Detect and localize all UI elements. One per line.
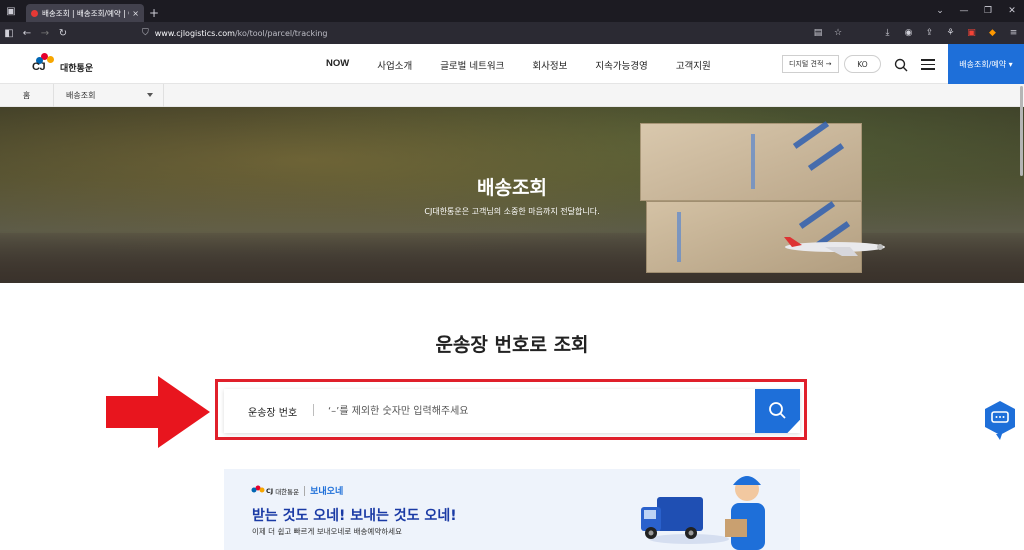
breadcrumb-home[interactable]: 홈 — [0, 84, 54, 107]
restore-icon[interactable]: ❐ — [976, 6, 1000, 16]
url-path: /ko/tool/parcel/tracking — [234, 28, 328, 38]
cj-logo-mark-icon: CJ — [32, 53, 58, 75]
cj-logo-mark-icon — [251, 485, 265, 493]
tab-close-icon[interactable]: × — [132, 9, 139, 18]
hero-title: 배송조회 — [477, 177, 547, 199]
breadcrumb: 홈 배송조회 — [0, 84, 1024, 107]
window-controls: ⌄ — ❐ ✕ — [928, 0, 1024, 22]
delivery-menu-button[interactable]: 배송조회/예약 ▾ — [948, 44, 1024, 84]
nav-item-business[interactable]: 사업소개 — [377, 58, 412, 72]
back-icon[interactable]: ← — [18, 28, 36, 39]
addon-extension-icon[interactable]: ◆ — [982, 28, 1003, 38]
browser-nav-bar: ◧ ← → ↻ ⛉ www.cjlogistics.com /ko/tool/p… — [0, 22, 1024, 44]
nav-item-support[interactable]: 고객지원 — [676, 58, 711, 72]
list-tabs-icon[interactable]: ⌄ — [928, 6, 952, 16]
logo-cj: CJ — [32, 61, 46, 73]
address-bar[interactable]: ⛉ www.cjlogistics.com /ko/tool/parcel/tr… — [142, 22, 842, 44]
chatbot-icon[interactable] — [984, 400, 1016, 440]
main-nav: NOW 사업소개 글로벌 네트워크 회사정보 지속가능경영 고객지원 — [326, 58, 739, 72]
browser-tab-bar: ▣ 배송조회 | 배송조회/예약 | CJ대 × + ⌄ — ❐ ✕ — [0, 0, 1024, 22]
digital-quote-button[interactable]: 디지털 견적 → — [782, 55, 839, 73]
banner-description: 이제 더 쉽고 빠르게 보내오네로 배송예약하세요 — [252, 527, 402, 536]
url-host: www.cjlogistics.com — [154, 28, 235, 38]
sidebar-icon[interactable]: ◧ — [0, 28, 18, 39]
app-menu-icon[interactable]: ≡ — [1003, 28, 1024, 38]
hero-banner: 배송조회 CJ대한통운은 고객님의 소중한 마음까지 전달합니다. — [0, 107, 1024, 283]
tracking-number-input[interactable] — [328, 399, 748, 423]
chevron-down-icon — [147, 93, 153, 97]
nav-item-global-network[interactable]: 글로벌 네트워크 — [440, 58, 504, 72]
account-icon[interactable]: ◉ — [898, 28, 919, 38]
hamburger-menu-icon[interactable] — [921, 59, 935, 70]
tracking-search-button[interactable] — [755, 389, 800, 433]
tracking-number-label: 운송장 번호 — [248, 408, 298, 419]
hero-subtitle: CJ대한통운은 고객님의 소중한 마음까지 전달합니다. — [424, 207, 600, 216]
tab-title: 배송조회 | 배송조회/예약 | CJ대 — [42, 8, 129, 18]
bookmark-star-icon[interactable]: ☆ — [828, 28, 848, 38]
search-icon[interactable] — [894, 58, 908, 72]
tab-overview-icon[interactable]: ▣ — [0, 0, 22, 22]
minimize-icon[interactable]: — — [952, 6, 976, 16]
share-icon[interactable]: ⇪ — [919, 28, 940, 38]
delivery-truck-courier-image — [641, 476, 765, 550]
tracking-search-box: 운송장 번호 — [224, 389, 800, 433]
red-arrow-annotation — [106, 376, 210, 448]
language-button[interactable]: KO — [844, 55, 881, 73]
nav-item-company[interactable]: 회사정보 — [532, 58, 567, 72]
favicon-icon — [31, 9, 38, 17]
divider — [313, 404, 314, 416]
nav-item-sustainability[interactable]: 지속가능경영 — [595, 58, 647, 72]
banner-headline: 받는 것도 오네! 보내는 것도 오네! — [252, 508, 457, 524]
breadcrumb-select[interactable]: 배송조회 — [54, 84, 164, 107]
browser-tab[interactable]: 배송조회 | 배송조회/예약 | CJ대 × — [26, 4, 144, 22]
new-tab-button[interactable]: + — [144, 4, 164, 22]
page-scrollbar[interactable] — [1020, 86, 1023, 176]
tracking-title: 운송장 번호로 조회 — [435, 334, 589, 356]
forward-icon[interactable]: → — [36, 28, 54, 39]
promo-banner[interactable]: CJ 대한통운 보내오네 받는 것도 오네! 보내는 것도 오네! 이제 더 쉽… — [224, 469, 800, 550]
reload-icon[interactable]: ↻ — [54, 28, 72, 39]
search-icon — [769, 402, 786, 419]
close-window-icon[interactable]: ✕ — [1000, 6, 1024, 16]
site-info-icon[interactable]: ⛉ — [142, 28, 149, 38]
banner-service: 보내오네 — [310, 487, 344, 497]
toolbar-extensions: ⤓ ◉ ⇪ ⚘ ▣ ◆ ≡ — [877, 22, 1024, 44]
logo-text: 대한통운 — [60, 63, 94, 74]
reader-view-icon[interactable]: ▤ — [808, 28, 828, 38]
breadcrumb-current: 배송조회 — [66, 91, 96, 100]
pdf-extension-icon[interactable]: ▣ — [961, 28, 982, 38]
banner-brand: 대한통운 — [275, 487, 300, 496]
cj-logo[interactable]: CJ 대한통운 — [32, 53, 93, 75]
banner-logo: CJ 대한통운 보내오네 — [251, 484, 343, 497]
downloads-icon[interactable]: ⤓ — [877, 28, 898, 38]
airplane-model-image — [784, 237, 885, 256]
nav-item-now[interactable]: NOW — [326, 58, 349, 72]
banner-logo-cj: CJ — [266, 486, 274, 495]
extensions-icon[interactable]: ⚘ — [940, 28, 961, 38]
